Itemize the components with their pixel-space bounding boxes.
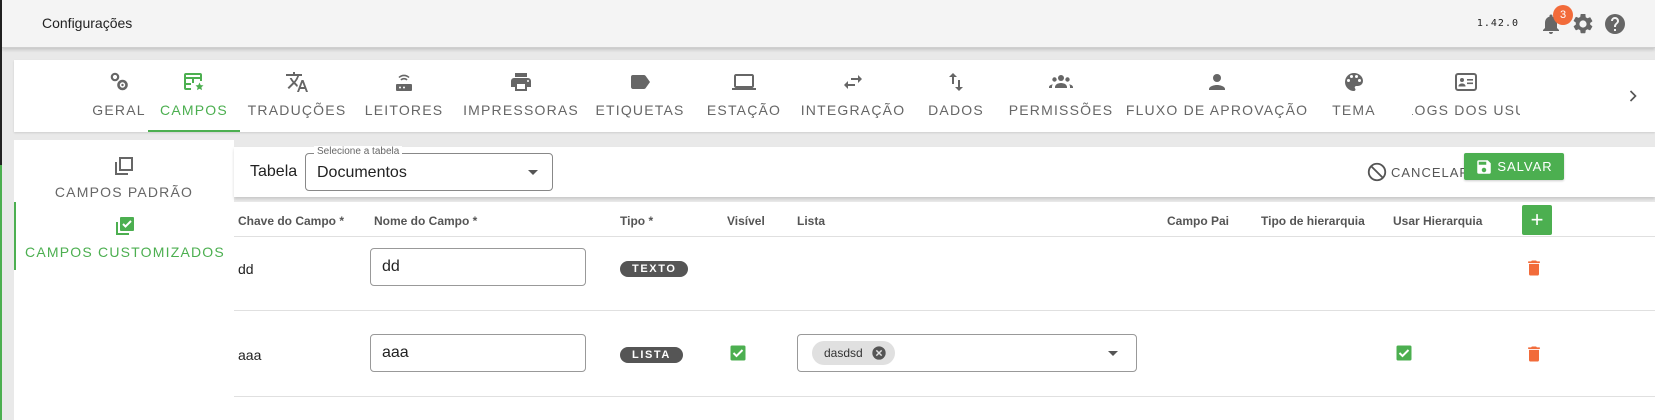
gear-icon[interactable] [1571,12,1595,36]
block-icon [1367,162,1387,182]
tab-label: GERAL [92,102,146,118]
chevron-right-icon[interactable] [1623,86,1643,106]
tab-integracao[interactable]: INTEGRAÇÃO [801,60,904,132]
header-name: Nome do Campo * [374,214,478,228]
header-key: Chave do Campo * [238,214,345,228]
sidebar-item-label: CAMPOS PADRÃO [54,184,194,200]
row-2-visible-checkbox[interactable] [729,344,747,362]
laptop-icon [732,74,756,90]
header-type: Tipo * [620,214,654,228]
notification-badge: 3 [1553,5,1573,25]
tab-label: ESTAÇÃO [706,102,782,118]
translate-icon [286,72,308,92]
row-2-list-select[interactable]: dasdsd [797,334,1137,372]
row-2-name-field[interactable] [371,335,585,371]
list-chip-label: dasdsd [824,346,863,360]
row-1-name-field[interactable] [371,249,585,285]
app-bar: Configurações 1.42.0 3 [2,0,1655,48]
checkbox-multiple-icon [116,217,134,235]
save-label: SALVAR [1497,159,1553,174]
printer-icon [511,73,531,91]
cancel-button[interactable]: CANCELAR [1366,155,1470,189]
tab-dados[interactable]: DADOS [928,60,984,132]
save-icon [1477,159,1492,174]
list-chip: dasdsd [812,341,895,365]
save-button[interactable]: SALVAR [1464,153,1564,180]
select-legend: Selecione a tabela [314,146,403,157]
header-list: Lista [797,214,826,228]
tab-label: INTEGRAÇÃO [800,102,906,118]
tab-leitores[interactable]: LEITORES [364,60,444,132]
tab-etiquetas[interactable]: ETIQUETAS [595,60,685,132]
tab-campos[interactable]: CAMPOS [148,60,240,132]
settings-tabs: GERAL CAMPOS TRADUÇÕES LEITORES IMPRESSO… [14,60,1655,132]
tab-fluxo-aprovacao[interactable]: FLUXO DE APROVAÇÃO [1126,60,1307,132]
version-label: 1.42.0 [1476,18,1519,29]
delete-icon[interactable] [1524,258,1544,278]
sidebar: CAMPOS PADRÃO CAMPOS CUSTOMIZADOS [14,140,234,420]
tab-tema[interactable]: TEMA [1324,60,1384,132]
tab-label: CAMPOS [160,102,228,118]
swap-arrows-icon [844,75,862,89]
palette-icon [1345,73,1363,91]
header-visible: Visível [727,214,765,228]
header-use-hierarchy: Usar Hierarquia [1393,214,1483,228]
id-card-icon [1455,73,1477,91]
tab-impressoras[interactable]: IMPRESSORAS [463,60,579,132]
row-2-key: aaa [238,347,262,363]
add-field-button[interactable]: + [1522,205,1552,235]
row-2-use-hierarchy-checkbox[interactable] [1395,344,1413,362]
dropdown-arrow-icon [528,170,538,175]
dropdown-arrow-icon [1108,351,1118,356]
gears-icon [110,72,128,91]
tab-label: ETIQUETAS [595,102,685,118]
header-divider [234,236,1655,237]
person-icon [1209,74,1225,90]
tab-traducoes[interactable]: TRADUÇÕES [247,60,347,132]
row-2-type-chip: LISTA [620,347,683,363]
import-export-icon [949,73,963,91]
label-icon [631,75,650,89]
tab-label: LOGS DOS USU [1412,102,1520,118]
tab-label: PERMISSÕES [1008,102,1114,118]
tab-label: LEITORES [364,102,444,118]
row-1-key: dd [238,261,254,277]
row-1-name-input[interactable] [370,248,586,286]
tab-label: TEMA [1332,102,1376,118]
copy-icon [115,157,133,175]
tab-label: IMPRESSORAS [463,102,579,118]
tab-label: DADOS [928,102,984,118]
router-icon [396,74,412,91]
row-divider [234,396,1655,397]
row-2-name-input[interactable] [370,334,586,372]
tab-label: TRADUÇÕES [247,102,347,118]
remove-chip-icon[interactable] [871,345,887,361]
accent-edge [0,165,2,420]
delete-icon[interactable] [1524,344,1544,364]
sidebar-item-campos-customizados[interactable]: CAMPOS CUSTOMIZADOS [14,202,234,270]
table-toolbar: Tabela Selecione a tabela Documentos CAN… [234,146,1655,197]
tab-estacao[interactable]: ESTAÇÃO [706,60,782,132]
tab-label: FLUXO DE APROVAÇÃO [1125,102,1309,118]
sidebar-item-label: CAMPOS CUSTOMIZADOS [25,244,225,260]
header-hierarchy-type: Tipo de hierarquia [1261,214,1365,228]
select-value: Documentos [317,164,407,181]
cancel-label: CANCELAR [1391,164,1470,180]
app-title: Configurações [42,15,133,31]
custom-fields-table: Chave do Campo * Nome do Campo * Tipo * … [234,202,1655,420]
help-icon[interactable] [1603,12,1627,36]
table-select[interactable]: Selecione a tabela Documentos [305,146,553,191]
row-1-type-chip: TEXTO [620,261,689,277]
row-divider [234,310,1655,311]
table-edit-icon [184,73,204,91]
group-icon [1049,75,1073,88]
tab-permissoes[interactable]: PERMISSÕES [1009,60,1112,132]
header-parent: Campo Pai [1167,214,1230,228]
tab-logs-usuarios[interactable]: LOGS DOS USU [1412,60,1520,132]
table-label: Tabela [250,163,298,180]
